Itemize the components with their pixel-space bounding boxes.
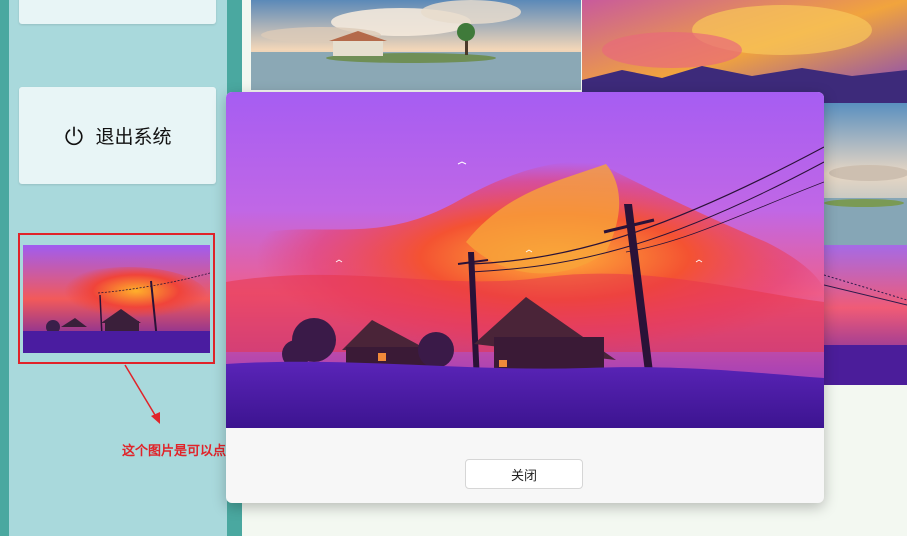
arrow-icon [124, 364, 160, 424]
sidebar-menu-card[interactable] [19, 0, 216, 24]
preview-image [226, 92, 824, 428]
logout-label: 退出系统 [95, 126, 172, 148]
gallery-image-purple-sky[interactable] [582, 0, 907, 103]
thumbnail-picture[interactable] [23, 245, 210, 353]
logout-button[interactable]: 退出系统 [19, 87, 216, 184]
image-preview-modal: 关闭 [226, 92, 824, 503]
gallery-image-island[interactable] [251, 0, 581, 90]
sidebar-edge-left [0, 0, 9, 536]
thumbnail-image[interactable] [18, 233, 215, 364]
gallery-image-island-crop[interactable] [824, 103, 907, 245]
power-icon [65, 125, 84, 145]
close-button[interactable]: 关闭 [465, 459, 583, 489]
gallery-image-sunset-crop[interactable] [824, 245, 907, 385]
